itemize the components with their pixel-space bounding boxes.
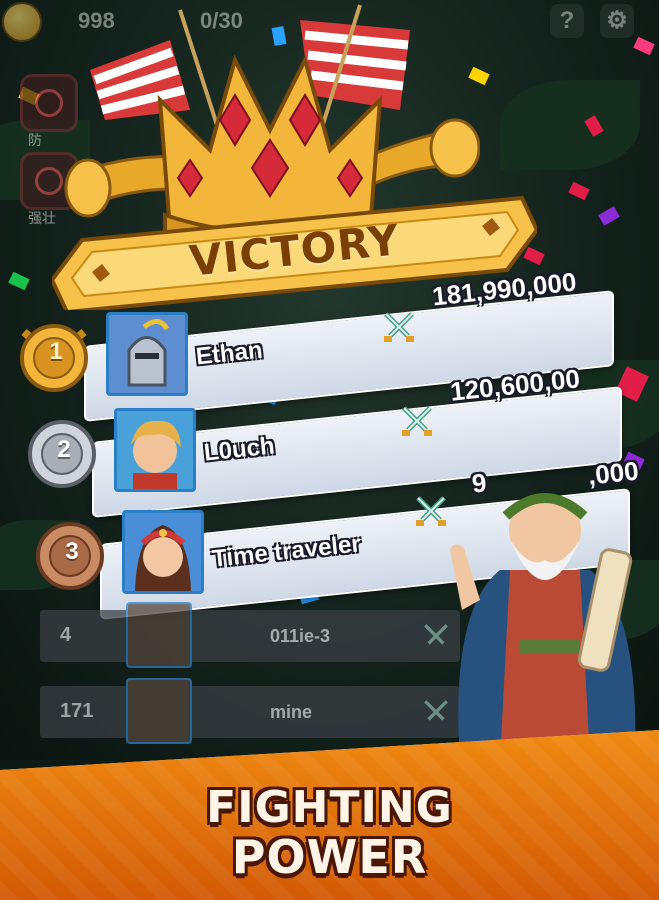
confetti [598, 206, 620, 226]
avatar [114, 408, 196, 492]
confetti [8, 271, 30, 291]
leaf-decoration [500, 80, 640, 170]
player-name: mine [270, 702, 313, 722]
rank-number: 3 [65, 538, 79, 565]
crossed-swords-icon [402, 406, 432, 436]
avatar [126, 602, 192, 668]
knight-avatar-icon [109, 315, 185, 393]
footer-title-line1: FIGHTING [206, 782, 453, 833]
help-icon[interactable]: ? [550, 4, 584, 38]
side-button-label: 防 [28, 132, 42, 148]
sage-character-icon [450, 493, 636, 760]
avatar [106, 312, 188, 396]
rank-number: 1 [49, 338, 63, 365]
avatar [122, 510, 204, 594]
gear-icon[interactable]: ⚙ [600, 4, 634, 38]
avatar [126, 678, 192, 744]
coin-icon [2, 2, 42, 42]
confetti [633, 36, 655, 56]
rank-number: 171 [60, 700, 94, 722]
rank-number: 4 [60, 624, 72, 646]
leaderboard-row[interactable]: 171 mine [40, 678, 460, 744]
footer-title-line2: POWER [231, 830, 428, 884]
game-scene: 998 0/30 ? ⚙ 防 强壮 VICTORY 1 Ethan 181,99… [0, 0, 659, 760]
crossed-swords-icon [384, 312, 414, 342]
leaderboard-row[interactable]: 4 011ie-3 [40, 602, 460, 668]
boy-avatar-icon [117, 411, 193, 489]
confetti [568, 181, 590, 201]
girl-avatar-icon [125, 513, 201, 591]
player-name: 011ie-3 [270, 626, 331, 646]
rank-number: 2 [57, 436, 71, 463]
